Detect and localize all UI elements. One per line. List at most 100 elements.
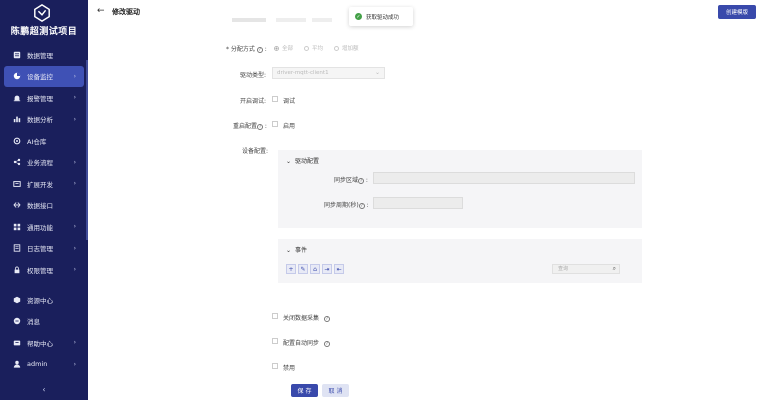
events-search-input[interactable]: 查询 ⌕ (552, 264, 620, 274)
sidebar-item-label: 日志管理 (27, 245, 53, 254)
sidebar-scrollbar[interactable] (86, 60, 88, 240)
sync-area-label: 同步区域? : (334, 177, 368, 184)
chevron-right-icon: › (73, 360, 76, 368)
disable-label: 禁用 (283, 365, 296, 372)
sidebar-item-label: admin (27, 360, 48, 369)
sidebar-item-extension-dev[interactable]: 扩展开发 › (0, 173, 88, 195)
question-icon: ? (358, 177, 365, 184)
debug-checkbox[interactable] (272, 96, 278, 102)
radio-icon (334, 46, 339, 51)
chevron-right-icon: › (73, 223, 76, 231)
driver-type-select[interactable]: driver-mqtt-client1 ⌄ (272, 67, 385, 79)
sidebar-item-label: 数据管理 (27, 51, 53, 60)
collapse-sidebar-button[interactable]: ‹ (0, 385, 88, 394)
add-icon[interactable]: + (286, 264, 296, 274)
question-icon: ? (323, 340, 330, 347)
api-icon (13, 201, 21, 209)
monitor-icon (13, 72, 21, 80)
driver-config-title[interactable]: ⌄ 驱动配置 (286, 156, 319, 165)
chevron-right-icon: › (73, 266, 76, 274)
chevron-right-icon: › (73, 115, 76, 123)
back-arrow-icon[interactable]: ← (97, 6, 105, 16)
chevron-down-icon: ⌄ (374, 69, 380, 76)
lock-icon (13, 266, 21, 274)
assign-method-label: * 分配方式 ? : (226, 46, 267, 53)
sidebar-item-admin[interactable]: admin › (0, 354, 88, 376)
assign-option-increase[interactable]: 增加额 (334, 44, 359, 52)
message-icon (13, 317, 21, 325)
driver-config-panel: ⌄ 驱动配置 同步区域? : 同步周期(秒)? : (278, 150, 642, 228)
alarm-icon (13, 94, 21, 102)
events-title[interactable]: ⌄ 事件 (286, 245, 307, 254)
sidebar-item-common-functions[interactable]: 通用功能 › (0, 216, 88, 238)
close-collect-label: 关闭数据采集 ? (283, 315, 330, 322)
search-icon[interactable]: ⌕ (613, 265, 616, 273)
sidebar-item-label: AI仓库 (27, 137, 47, 146)
question-icon: ? (358, 202, 365, 209)
reboot-option-label: 启用 (283, 123, 296, 130)
edit-icon[interactable]: ✎ (298, 264, 308, 274)
delete-icon[interactable]: ⌂ (310, 264, 320, 274)
sidebar-item-data-analysis[interactable]: 数据分析 › (0, 109, 88, 131)
events-panel: ⌄ 事件 (278, 239, 642, 283)
chevron-right-icon: › (73, 94, 76, 102)
cancel-button[interactable]: 取 消 (322, 384, 349, 397)
events-toolbar: + ✎ ⌂ ⇥ ⇤ (286, 264, 344, 274)
sidebar-item-data-api[interactable]: 数据接口 (0, 195, 88, 217)
app-logo-icon (34, 4, 50, 22)
sidebar-item-messages[interactable]: 消息 (0, 311, 88, 333)
create-template-button[interactable]: 创建模版 (718, 5, 756, 19)
assign-option-average[interactable]: 平均 (304, 44, 323, 52)
driver-type-value: driver-mqtt-client1 (277, 70, 329, 76)
sidebar-item-label: 消息 (27, 318, 40, 327)
sidebar-item-device-monitor[interactable]: 设备监控 › (4, 65, 84, 87)
radio-icon (274, 46, 279, 51)
import-icon[interactable]: ⇥ (322, 264, 332, 274)
flow-icon (13, 158, 21, 166)
sidebar-item-label: 数据分析 (27, 116, 53, 125)
reboot-checkbox[interactable] (272, 121, 278, 127)
app-title: 陈鹏超测试项目 (10, 27, 78, 37)
toast-text: 获取驱动成功 (366, 14, 400, 21)
sidebar-item-ai-warehouse[interactable]: AI仓库 (0, 130, 88, 152)
question-icon: ? (257, 123, 264, 130)
reboot-config-label: 重启配置? : (233, 123, 267, 130)
sidebar-item-label: 通用功能 (27, 223, 53, 232)
export-icon[interactable]: ⇤ (334, 264, 344, 274)
sidebar-item-label: 报警管理 (27, 94, 53, 103)
driver-type-label: 驱动类型: (240, 72, 267, 79)
sidebar-item-label: 帮助中心 (27, 339, 53, 348)
chevron-right-icon: › (73, 180, 76, 188)
sync-area-input[interactable] (373, 172, 635, 184)
device-config-label: 设备配置: (242, 148, 269, 155)
sidebar-item-label: 数据接口 (27, 202, 53, 211)
sync-period-label: 同步周期(秒)? : (324, 202, 369, 209)
sidebar-item-data-management[interactable]: 数据管理 (0, 44, 88, 66)
question-icon: ? (256, 46, 263, 53)
assign-option-all[interactable]: 全部 (274, 44, 293, 52)
disable-checkbox[interactable] (272, 363, 278, 369)
page-header: ← 修改驱动 创建模版 (88, 0, 760, 24)
user-icon (13, 360, 21, 368)
debug-label: 开启调试: (240, 98, 267, 105)
save-button[interactable]: 保 存 (291, 384, 318, 397)
sidebar-nav: 数据管理 设备监控 › 报警管理 › 数据分析 › AI仓库 业务流程 › 扩展… (0, 44, 88, 281)
auto-sync-label: 配置自动同步 ? (283, 340, 330, 347)
sidebar-item-resource-center[interactable]: 资源中心 (0, 289, 88, 311)
chevron-down-icon: ⌄ (286, 247, 292, 254)
sync-period-input[interactable] (373, 197, 463, 209)
chevron-right-icon: › (73, 244, 76, 252)
chevron-down-icon: ⌄ (286, 158, 292, 165)
close-collect-checkbox[interactable] (272, 313, 278, 319)
sidebar-item-log-management[interactable]: 日志管理 › (0, 238, 88, 260)
success-toast: ✓ 获取驱动成功 (349, 7, 413, 26)
auto-sync-checkbox[interactable] (272, 338, 278, 344)
sidebar-item-alarm-management[interactable]: 报警管理 › (0, 87, 88, 109)
sidebar-item-label: 业务流程 (27, 159, 53, 168)
chart-icon (13, 115, 21, 123)
sidebar-item-business-flow[interactable]: 业务流程 › (0, 152, 88, 174)
question-icon: ? (323, 315, 330, 322)
sidebar-item-permission-management[interactable]: 权限管理 › (0, 259, 88, 281)
sidebar-item-help-center[interactable]: 帮助中心 › (0, 332, 88, 354)
cube-icon (13, 296, 21, 304)
